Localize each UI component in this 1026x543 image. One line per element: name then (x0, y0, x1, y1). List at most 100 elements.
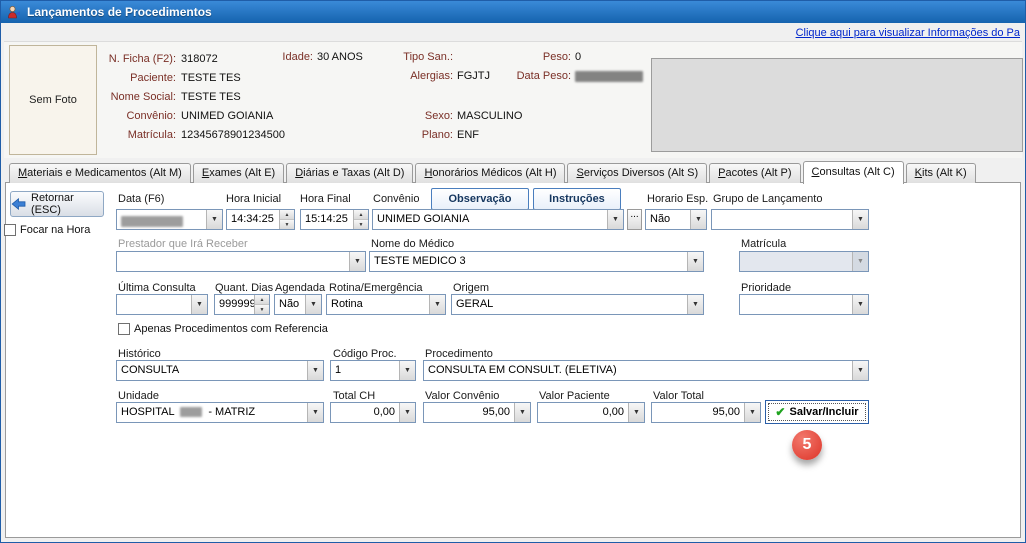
quant-dias-spinner[interactable]: 999999 ▲▼ (214, 294, 270, 315)
grupo-lancamento-combobox[interactable]: ▼ (711, 209, 869, 230)
convenio-combobox[interactable]: UNIMED GOIANIA ▼ (372, 209, 624, 230)
back-arrow-icon (11, 198, 26, 210)
dropdown-arrow-icon[interactable]: ▼ (307, 361, 323, 380)
convenio-value: UNIMED GOIANIA (181, 110, 273, 122)
dropdown-arrow-icon[interactable]: ▼ (307, 403, 323, 422)
plano-label: Plano: (381, 129, 453, 141)
valor-paciente-combobox[interactable]: 0,00 ▼ (537, 402, 645, 423)
ultima-consulta-combobox[interactable]: ▼ (116, 294, 208, 315)
tab-diarias-taxas[interactable]: Diárias e Taxas (Alt D) (286, 163, 413, 183)
idade-label: Idade: (241, 51, 313, 63)
tab-exames[interactable]: Exames (Alt E) (193, 163, 284, 183)
focar-na-hora-checkbox[interactable]: Focar na Hora (4, 224, 90, 236)
dropdown-arrow-icon[interactable]: ▼ (514, 403, 530, 422)
procedimento-label: Procedimento (425, 348, 493, 360)
retornar-button[interactable]: Retornar (ESC) (10, 191, 104, 217)
tab-servicos-diversos[interactable]: Serviços Diversos (Alt S) (567, 163, 707, 183)
spin-down-icon[interactable]: ▼ (280, 220, 294, 229)
prestador-combobox[interactable]: ▼ (116, 251, 366, 272)
data-combobox[interactable]: ▼ (116, 209, 223, 230)
matricula-field-label: Matrícula (741, 238, 786, 250)
data-label: Data (F6) (118, 193, 164, 205)
prioridade-combobox[interactable]: ▼ (739, 294, 869, 315)
dropdown-arrow-icon[interactable]: ▼ (399, 361, 415, 380)
dropdown-arrow-icon[interactable]: ▼ (687, 295, 703, 314)
dropdown-arrow-icon[interactable]: ▼ (744, 403, 760, 422)
origem-combobox[interactable]: GERAL ▼ (451, 294, 704, 315)
dropdown-arrow-icon[interactable]: ▼ (852, 361, 868, 380)
observacao-button[interactable]: Observação (431, 188, 529, 210)
convenio-ellipsis-button[interactable]: ... (627, 209, 642, 230)
rotina-emergencia-combobox[interactable]: Rotina ▼ (326, 294, 446, 315)
nome-social-label: Nome Social: (76, 91, 176, 103)
nome-medico-combobox[interactable]: TESTE MEDICO 3 ▼ (369, 251, 704, 272)
dropdown-arrow-icon[interactable]: ▼ (852, 210, 868, 229)
horario-esp-combobox[interactable]: Não ▼ (645, 209, 707, 230)
codigo-proc-label: Código Proc. (333, 348, 397, 360)
quant-dias-label: Quant. Dias (215, 282, 273, 294)
dropdown-arrow-icon[interactable]: ▼ (399, 403, 415, 422)
hora-final-spinner[interactable]: 15:14:25 ▲▼ (300, 209, 369, 230)
spin-down-icon[interactable]: ▼ (354, 220, 368, 229)
historico-label: Histórico (118, 348, 161, 360)
patient-info-link[interactable]: Clique aqui para visualizar Informações … (796, 27, 1020, 39)
titlebar[interactable]: Lançamentos de Procedimentos (1, 1, 1025, 23)
procedimento-combobox[interactable]: CONSULTA EM CONSULT. (ELETIVA) ▼ (423, 360, 869, 381)
matricula-label: Matrícula: (76, 129, 176, 141)
spin-down-icon[interactable]: ▼ (255, 305, 269, 314)
ultima-consulta-label: Última Consulta (118, 282, 196, 294)
hora-inicial-spinner[interactable]: 14:34:25 ▲▼ (226, 209, 295, 230)
tab-honorarios-medicos[interactable]: Honorários Médicos (Alt H) (415, 163, 565, 183)
dropdown-arrow-icon[interactable]: ▼ (690, 210, 706, 229)
data-peso-label: Data Peso: (499, 70, 571, 82)
unidade-combobox[interactable]: HOSPITAL - MATRIZ ▼ (116, 402, 324, 423)
tipo-san-label: Tipo San.: (381, 51, 453, 63)
dropdown-arrow-icon[interactable]: ▼ (305, 295, 321, 314)
tab-pacotes[interactable]: Pacotes (Alt P) (709, 163, 800, 183)
instrucoes-button[interactable]: Instruções (533, 188, 621, 210)
alergias-label: Alergias: (381, 70, 453, 82)
codigo-proc-combobox[interactable]: 1 ▼ (330, 360, 416, 381)
peso-value: 0 (575, 51, 581, 63)
step-badge: 5 (792, 430, 822, 460)
tab-kits[interactable]: Kits (Alt K) (906, 163, 976, 183)
checkbox-box[interactable] (118, 323, 130, 335)
prioridade-label: Prioridade (741, 282, 791, 294)
tab-materiais-medicamentos[interactable]: Materiais e Medicamentos (Alt M) (9, 163, 191, 183)
matricula-combobox: ▼ (739, 251, 869, 272)
spin-up-icon[interactable]: ▲ (354, 210, 368, 220)
historico-combobox[interactable]: CONSULTA ▼ (116, 360, 324, 381)
rotina-emergencia-label: Rotina/Emergência (329, 282, 423, 294)
apenas-referencia-checkbox[interactable]: Apenas Procedimentos com Referencia (118, 323, 328, 335)
dropdown-arrow-icon[interactable]: ▼ (687, 252, 703, 271)
dropdown-arrow-icon[interactable]: ▼ (206, 210, 222, 229)
dropdown-arrow-icon[interactable]: ▼ (429, 295, 445, 314)
dropdown-arrow-icon: ▼ (852, 252, 868, 271)
unidade-label: Unidade (118, 390, 159, 402)
paciente-value: TESTE TES (181, 72, 241, 84)
hora-final-label: Hora Final (300, 193, 351, 205)
salvar-incluir-button[interactable]: ✔ Salvar/Incluir (765, 400, 869, 424)
valor-convenio-combobox[interactable]: 95,00 ▼ (423, 402, 531, 423)
dropdown-arrow-icon[interactable]: ▼ (349, 252, 365, 271)
nome-social-value: TESTE TES (181, 91, 241, 103)
total-ch-combobox[interactable]: 0,00 ▼ (330, 402, 416, 423)
checkbox-box[interactable] (4, 224, 16, 236)
spin-up-icon[interactable]: ▲ (280, 210, 294, 220)
origem-label: Origem (453, 282, 489, 294)
grupo-lancamento-label: Grupo de Lançamento (713, 193, 822, 205)
tab-consultas[interactable]: Consultas (Alt C) (803, 161, 904, 184)
prestador-label: Prestador que Irá Receber (118, 238, 248, 250)
dropdown-arrow-icon[interactable]: ▼ (191, 295, 207, 314)
dropdown-arrow-icon[interactable]: ▼ (607, 210, 623, 229)
dropdown-arrow-icon[interactable]: ▼ (852, 295, 868, 314)
convenio-label: Convênio: (76, 110, 176, 122)
alergias-value: FGJTJ (457, 70, 490, 82)
valor-total-combobox[interactable]: 95,00 ▼ (651, 402, 761, 423)
matricula-value: 12345678901234500 (181, 129, 285, 141)
plano-value: ENF (457, 129, 479, 141)
spin-up-icon[interactable]: ▲ (255, 295, 269, 305)
hora-inicial-label: Hora Inicial (226, 193, 281, 205)
dropdown-arrow-icon[interactable]: ▼ (628, 403, 644, 422)
agendada-combobox[interactable]: Não ▼ (274, 294, 322, 315)
